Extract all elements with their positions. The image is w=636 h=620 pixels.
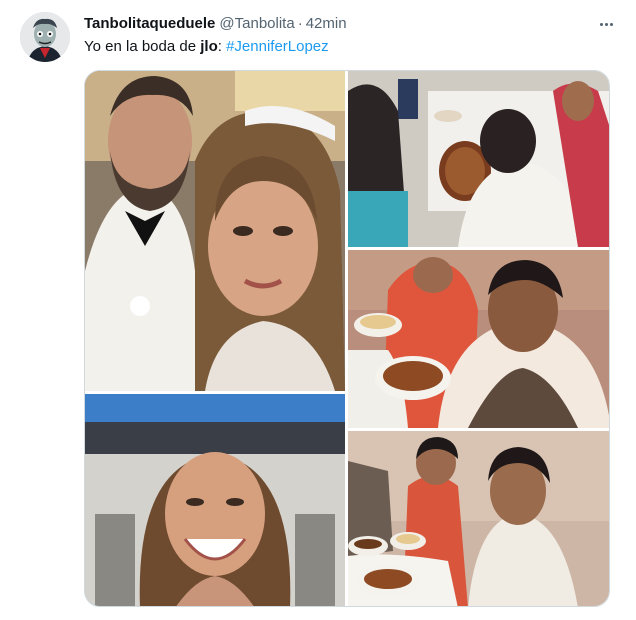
media-collage[interactable] (84, 70, 610, 607)
display-name[interactable]: Tanbolitaqueduele (84, 15, 215, 32)
tweet-text-colon: : (217, 38, 227, 55)
timestamp[interactable]: 42min (306, 15, 347, 32)
tweet-text: Yo en la boda de jlo: #JenniferLopez (84, 37, 329, 57)
separator-dot: · (297, 15, 303, 32)
photo-eating-1[interactable] (348, 71, 609, 247)
photo-eating-3[interactable] (348, 431, 609, 606)
user-handle[interactable]: @Tanbolita (219, 15, 294, 32)
tweet-header: Tanbolitaqueduele @Tanbolita · 42min (84, 14, 347, 34)
more-horizontal-icon[interactable] (596, 14, 616, 34)
photo-laughing[interactable] (85, 394, 345, 606)
photo-couple-selfie[interactable] (85, 71, 345, 391)
avatar[interactable] (20, 12, 70, 62)
tweet-card[interactable]: Tanbolitaqueduele @Tanbolita · 42min Yo en … (0, 0, 636, 620)
tweet-text-bold: jlo (200, 38, 218, 55)
hashtag-link[interactable]: #JenniferLopez (226, 38, 329, 55)
photo-eating-2[interactable] (348, 250, 609, 428)
tweet-text-prefix: Yo en la boda de (84, 38, 201, 55)
